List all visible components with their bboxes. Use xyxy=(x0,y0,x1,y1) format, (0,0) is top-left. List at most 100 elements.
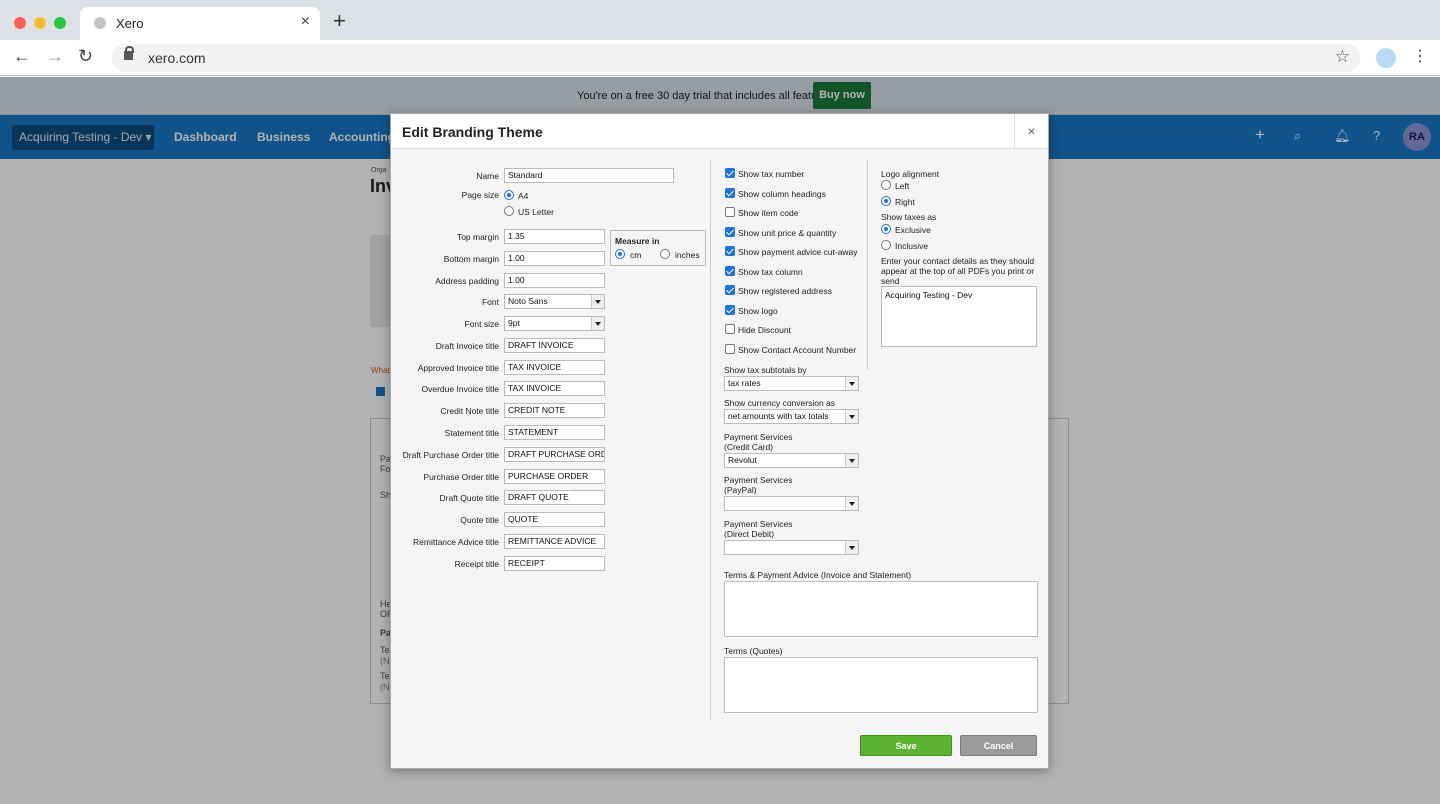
font-label: Font xyxy=(481,297,499,307)
tax-subtotals-select[interactable]: tax rates xyxy=(724,376,859,391)
page-size-a4-radio[interactable] xyxy=(504,190,514,200)
measure-inches-label: inches xyxy=(675,250,700,260)
option-checkbox[interactable] xyxy=(725,265,735,276)
edit-branding-theme-dialog: Edit Branding Theme × Name Standard Page… xyxy=(390,113,1049,769)
maximize-window-button[interactable] xyxy=(54,17,66,29)
tab-close-icon[interactable]: × xyxy=(301,13,310,31)
title-label: Quote title xyxy=(460,515,499,525)
title-label: Receipt title xyxy=(454,559,499,569)
title-label: Draft Invoice title xyxy=(435,341,499,351)
terms-quotes-textarea[interactable] xyxy=(724,657,1038,713)
cancel-button[interactable]: Cancel xyxy=(960,735,1037,756)
back-icon[interactable]: ← xyxy=(13,46,31,67)
draft-purchase-order-title-field[interactable]: DRAFT PURCHASE ORDER xyxy=(504,447,605,462)
column-divider xyxy=(867,160,868,370)
option-checkbox-label: Show Contact Account Number xyxy=(738,344,857,355)
url-text: xero.com xyxy=(148,50,206,66)
option-checkbox-label: Show unit price & quantity xyxy=(738,227,837,238)
reload-icon[interactable]: ↻ xyxy=(78,46,93,67)
option-checkbox[interactable] xyxy=(725,343,735,354)
option-checkbox-label: Show logo xyxy=(738,305,778,316)
currency-conversion-select[interactable]: net amounts with tax totals xyxy=(724,409,859,424)
top-margin-field[interactable]: 1.35 xyxy=(504,229,605,244)
remittance-advice-title-field[interactable]: REMITTANCE ADVICE xyxy=(504,534,605,549)
logo-alignment-label: Logo alignment xyxy=(881,169,940,179)
receipt-title-field[interactable]: RECEIPT xyxy=(504,556,605,571)
option-checkbox-label: Show tax column xyxy=(738,266,803,277)
option-checkbox[interactable] xyxy=(725,187,735,198)
dialog-close-icon[interactable]: × xyxy=(1014,114,1048,149)
statement-title-field[interactable]: STATEMENT xyxy=(504,425,605,440)
purchase-order-title-field[interactable]: PURCHASE ORDER xyxy=(504,469,605,484)
address-bar[interactable]: xero.com ☆ xyxy=(112,44,1360,72)
option-checkbox[interactable] xyxy=(725,285,735,295)
page-size-a4-label: A4 xyxy=(518,191,529,201)
logo-left-radio[interactable] xyxy=(881,180,891,190)
option-checkbox-label: Show tax number xyxy=(738,169,805,179)
save-button[interactable]: Save xyxy=(860,735,952,756)
new-tab-button[interactable]: + xyxy=(333,8,346,34)
window-controls xyxy=(14,17,66,29)
contact-details-textarea[interactable]: Acquiring Testing - Dev xyxy=(881,286,1037,347)
payment-dd-label: Payment Services xyxy=(724,519,793,529)
page-size-label: Page size xyxy=(461,190,499,200)
payment-credit-card-select[interactable]: Revolut xyxy=(724,453,859,468)
address-padding-field[interactable]: 1.00 xyxy=(504,273,605,288)
credit-note-title-field[interactable]: CREDIT NOTE xyxy=(504,403,605,418)
payment-paypal-select[interactable] xyxy=(724,496,859,511)
title-label: Remittance Advice title xyxy=(413,537,499,547)
title-label: Statement title xyxy=(444,428,499,438)
chevron-down-icon xyxy=(845,410,858,423)
option-checkbox[interactable] xyxy=(725,207,735,217)
logo-right-radio[interactable] xyxy=(881,196,891,206)
title-label: Purchase Order title xyxy=(423,472,499,482)
taxes-inclusive-radio[interactable] xyxy=(881,240,891,250)
menu-kebab-icon[interactable]: ⋮ xyxy=(1412,46,1428,66)
draft-quote-title-field[interactable]: DRAFT QUOTE xyxy=(504,490,605,505)
logo-right-label: Right xyxy=(895,197,915,207)
measure-in-title: Measure in xyxy=(615,236,660,246)
browser-tab[interactable]: Xero × xyxy=(80,7,320,40)
bottom-margin-label: Bottom margin xyxy=(443,254,499,264)
currency-conversion-label: Show currency conversion as xyxy=(724,398,836,408)
option-checkbox[interactable] xyxy=(725,304,735,315)
top-margin-label: Top margin xyxy=(456,232,499,242)
quote-title-field[interactable]: QUOTE xyxy=(504,512,605,527)
draft-invoice-title-field[interactable]: DRAFT INVOICE xyxy=(504,338,605,353)
option-checkbox[interactable] xyxy=(725,226,735,237)
option-checkbox[interactable] xyxy=(725,168,735,178)
terms-invoice-label: Terms & Payment Advice (Invoice and Stat… xyxy=(724,570,912,580)
chevron-down-icon xyxy=(591,295,604,308)
close-window-button[interactable] xyxy=(14,17,26,29)
payment-paypal-sublabel: (PayPal) xyxy=(724,485,757,495)
measure-inches-radio[interactable] xyxy=(660,249,670,259)
overdue-invoice-title-field[interactable]: TAX INVOICE xyxy=(504,381,605,396)
terms-invoice-textarea[interactable] xyxy=(724,581,1038,637)
page-size-us-letter-radio[interactable] xyxy=(504,206,514,216)
bookmark-star-icon[interactable]: ☆ xyxy=(1335,47,1350,67)
bottom-margin-field[interactable]: 1.00 xyxy=(504,251,605,266)
option-checkbox-label: Show registered address xyxy=(738,286,833,296)
font-select[interactable]: Noto Sans xyxy=(504,294,605,309)
tax-subtotals-label: Show tax subtotals by xyxy=(724,365,807,375)
option-checkbox[interactable] xyxy=(725,324,735,334)
option-checkbox[interactable] xyxy=(725,246,735,256)
address-padding-label: Address padding xyxy=(435,276,499,286)
chevron-down-icon xyxy=(845,454,858,467)
profile-avatar[interactable] xyxy=(1376,48,1396,68)
name-field[interactable]: Standard xyxy=(504,168,674,183)
title-label: Overdue Invoice title xyxy=(421,384,499,394)
minimize-window-button[interactable] xyxy=(34,17,46,29)
payment-dd-sublabel: (Direct Debit) xyxy=(724,529,775,539)
approved-invoice-title-field[interactable]: TAX INVOICE xyxy=(504,360,605,375)
font-size-select[interactable]: 9pt xyxy=(504,316,605,331)
title-label: Credit Note title xyxy=(440,406,499,416)
taxes-exclusive-radio[interactable] xyxy=(881,224,891,234)
taxes-inclusive-label: Inclusive xyxy=(895,241,929,251)
measure-cm-radio[interactable] xyxy=(615,249,625,259)
payment-cc-value: Revolut xyxy=(728,455,757,465)
chevron-down-icon xyxy=(591,317,604,330)
payment-direct-debit-select[interactable] xyxy=(724,540,859,555)
payment-cc-sublabel: (Credit Card) xyxy=(724,442,774,452)
forward-icon[interactable]: → xyxy=(46,46,64,67)
